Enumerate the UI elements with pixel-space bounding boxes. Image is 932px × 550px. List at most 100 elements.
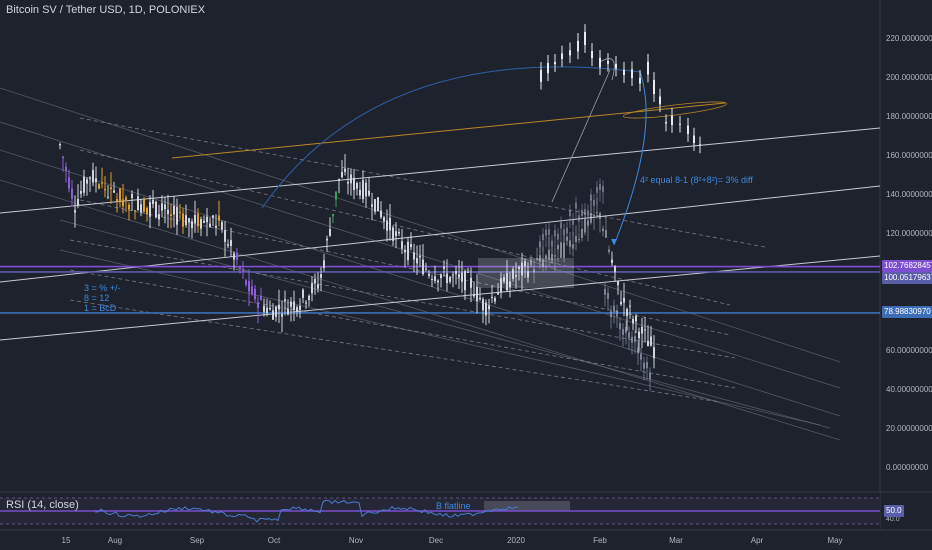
projected-candle-body [665,122,667,124]
price-tick-label: 160.00000000 [886,151,932,160]
candle-body [188,218,190,223]
ghost-candle-body [602,186,604,193]
candle-body [74,210,76,213]
candle-body [95,178,97,183]
candle-body [260,296,262,300]
candle-body [371,204,373,207]
ghost-candle-body [637,347,639,354]
candle-body [425,268,427,270]
ghost-candle-body [628,332,630,339]
candle-body [455,271,457,275]
projected-candle-body [699,144,701,146]
candle-body [437,280,439,283]
candle-body [209,223,211,228]
candle-body [416,258,418,264]
candle-body [362,180,364,200]
projected-candle-body [647,61,649,75]
candle-body [98,184,100,189]
ghost-candle-body [625,326,627,333]
projected-candle-body [679,123,681,125]
ghost-candle-body [548,228,550,235]
candle-body [578,238,580,240]
time-tick-label: Sep [190,536,205,545]
candle-body [224,230,226,242]
candle-body [449,277,451,282]
candle-body [200,219,202,229]
candle-body [377,197,379,212]
time-tick-label: Apr [751,536,764,545]
candle-body [620,301,622,305]
candle-body [503,277,505,282]
candle-body [263,305,265,312]
ghost-candle-body [572,218,574,225]
candle-body [476,286,478,302]
price-tick-label: 60.00000000 [886,346,932,355]
candle-body [512,269,514,279]
candle-body [341,171,343,178]
candle-body [128,204,130,210]
candle-body [65,166,67,171]
ghost-candle-body [584,209,586,216]
candle-body [311,283,313,294]
legend-annotation-line: 1 = BcD [84,303,117,313]
rsi-title: RSI (14, close) [6,499,79,511]
candle-body [179,211,181,213]
candle-body [131,193,133,199]
price-tag-3: 78.98830970 [882,306,932,318]
ghost-candle-body [613,305,615,312]
candle-body [332,214,334,217]
candle-body [488,305,490,310]
candle-body [629,305,631,307]
price-chart[interactable]: 4² equal 8-1 (8²+8²)= 3% diff 3 = % +/-8 … [0,0,932,550]
candle-body [104,189,106,191]
candle-body [125,197,127,200]
candle-body [296,307,298,312]
candle-body [614,266,616,273]
ghost-candle-body [616,310,618,317]
candle-body [152,199,154,204]
ghost-candle-body [590,194,592,201]
candle-body [572,244,574,249]
time-tick-label: Aug [108,536,122,545]
candle-body [227,244,229,246]
candle-body [446,273,448,284]
candle-body [356,183,358,189]
candle-body [59,144,61,146]
candle-body [275,306,277,317]
candle-body [233,253,235,260]
candle-body [596,212,598,214]
ghost-candle-body [578,215,580,222]
candle-body [167,209,169,215]
candle-body [380,210,382,218]
candle-body [314,279,316,284]
candle-body [650,336,652,346]
ghost-candle-body [587,210,589,217]
candle-body [266,307,268,314]
candle-body [161,203,163,211]
candle-body [581,228,583,239]
candle-body [479,297,481,300]
candle-body [137,196,139,211]
price-tag-1: 102.76828457 [882,260,932,272]
candle-body [530,259,532,266]
candle-body [206,216,208,223]
candle-body [644,329,646,331]
candle-body [317,284,319,289]
price-tick-label: 20.00000000 [886,424,932,433]
ghost-candle-body [566,227,568,234]
candle-body [320,274,322,278]
ghost-candle-body [575,202,577,209]
candle-body [326,238,328,241]
candle-body [143,199,145,213]
projected-candle-body [591,50,593,59]
candle-body [170,214,172,216]
candle-body [290,301,292,307]
candle-body [404,249,406,253]
candle-body [560,242,562,258]
candle-body [353,177,355,191]
candle-body [545,255,547,259]
ghost-candle-body [593,199,595,206]
price-tick-label: 0.00000000 [886,463,929,472]
candle-body [92,169,94,183]
projected-candle-body [547,62,549,74]
